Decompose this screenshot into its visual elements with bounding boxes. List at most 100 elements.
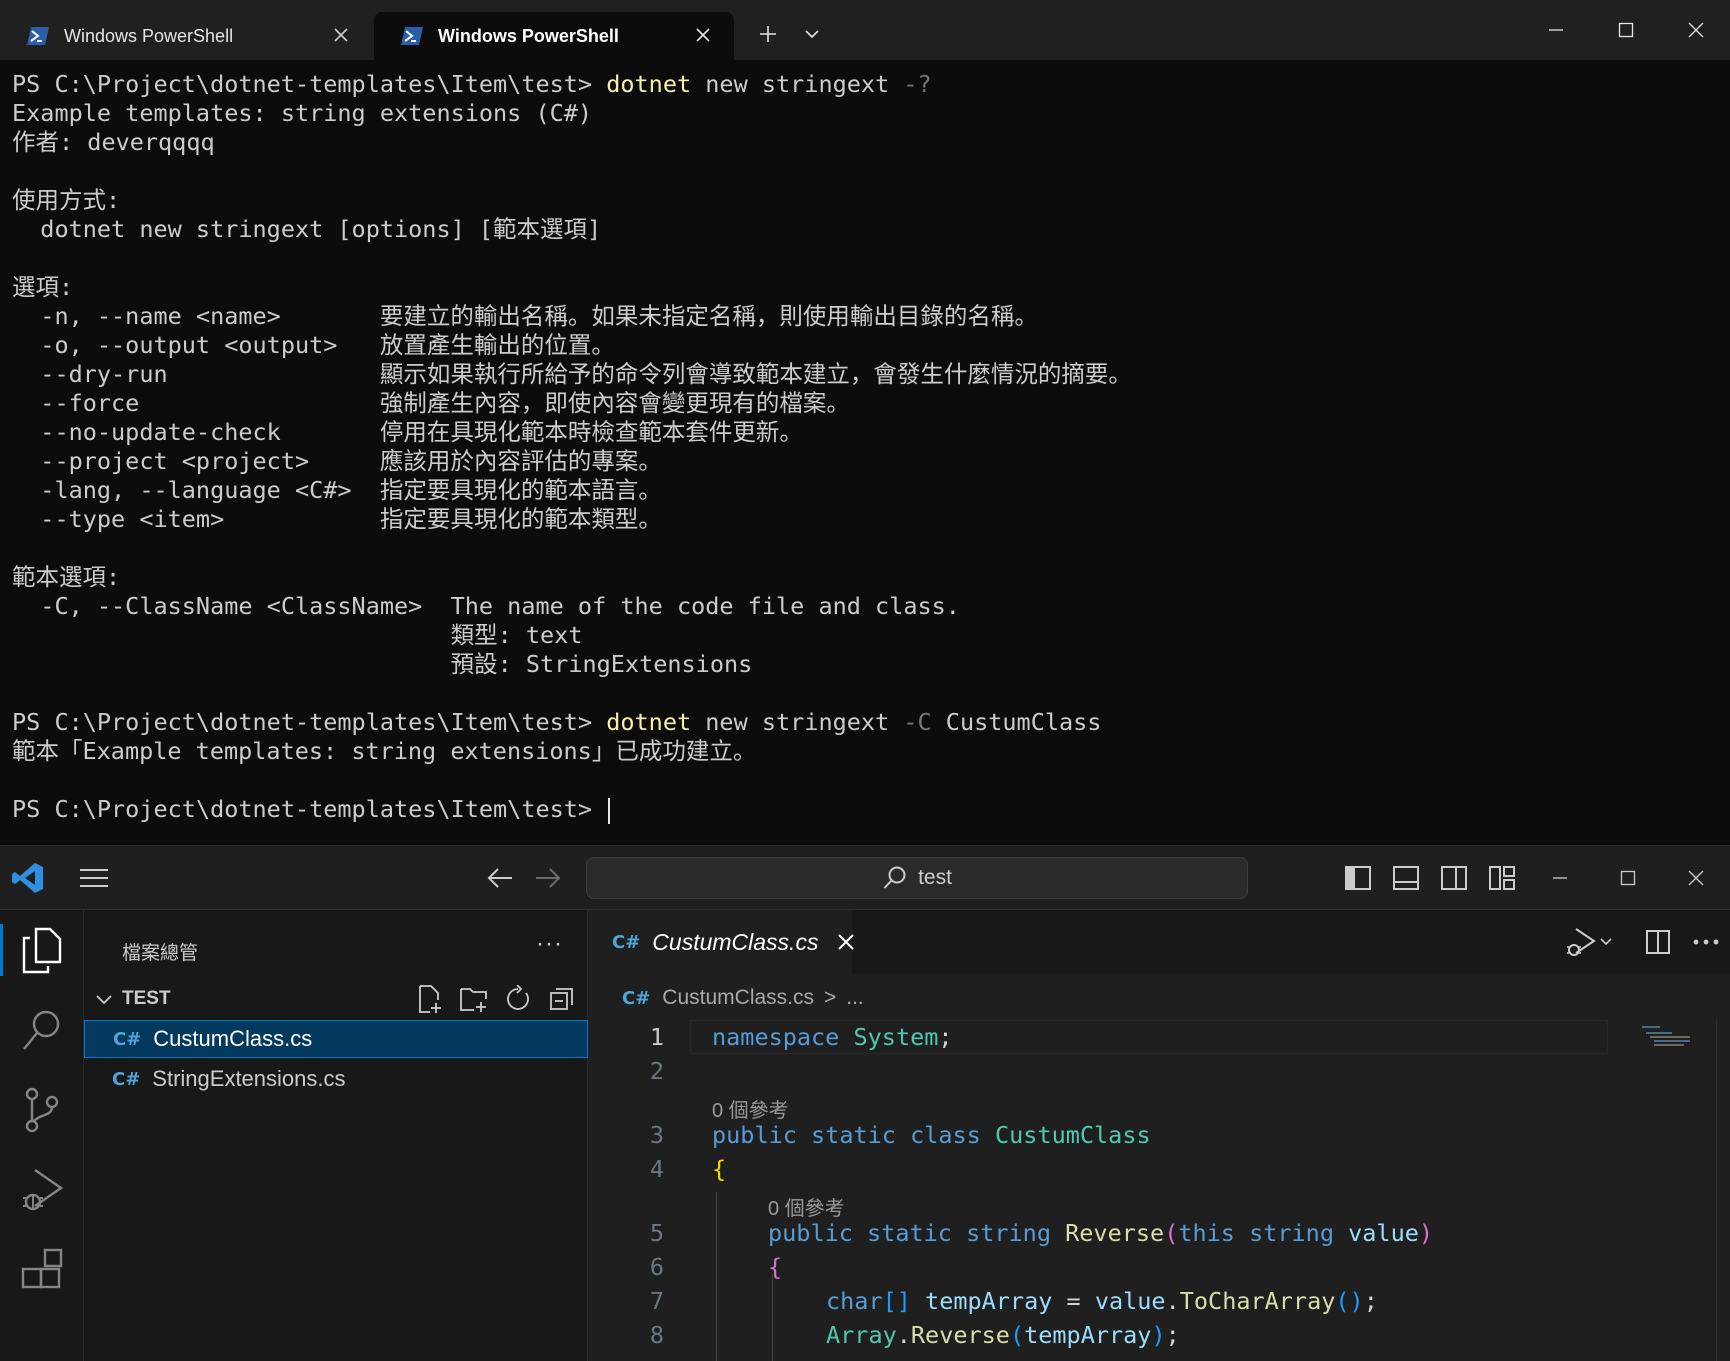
- terminal-line: 範本選項:: [12, 563, 1712, 592]
- customize-layout-icon[interactable]: [1482, 858, 1522, 898]
- csharp-file-icon: C#: [622, 987, 651, 1009]
- terminal-tab-bar: Windows PowerShell Windows PowerShell: [0, 0, 1730, 60]
- command-args: CustumClass: [931, 708, 1102, 736]
- vscode-maximize-button[interactable]: [1608, 858, 1648, 898]
- editor-tab-custumclass[interactable]: C# CustumClass.cs: [588, 910, 855, 974]
- output-text: 類型: text: [12, 621, 583, 649]
- prompt-text: PS C:\Project\dotnet-templates\Item\test…: [12, 708, 607, 736]
- token: this: [1178, 1219, 1235, 1247]
- token: namespace: [712, 1023, 840, 1051]
- close-window-button[interactable]: [1664, 8, 1728, 52]
- token: Reverse: [910, 1321, 1010, 1349]
- token: ;: [1165, 1321, 1180, 1349]
- token: ): [1418, 1219, 1434, 1247]
- token: static: [867, 1219, 952, 1247]
- maximize-button[interactable]: [1594, 8, 1658, 52]
- toggle-secondary-sidebar-icon[interactable]: [1434, 858, 1474, 898]
- search-activity[interactable]: [0, 990, 84, 1070]
- chevron-down-icon: [805, 30, 819, 39]
- extensions-activity[interactable]: [0, 1230, 84, 1310]
- token: (: [1164, 1219, 1179, 1247]
- toggle-panel-icon[interactable]: [1386, 858, 1426, 898]
- plus-icon: [760, 26, 776, 42]
- editor-tabs: C# CustumClass.cs: [588, 910, 1730, 974]
- run-debug-dropdown[interactable]: [1554, 924, 1624, 960]
- terminal-window: Windows PowerShell Windows PowerShell PS…: [0, 0, 1730, 845]
- output-text: -n, --name <name> 要建立的輸出名稱。如果未指定名稱，則使用輸出…: [12, 302, 1038, 330]
- line-content: namespace System;: [712, 1023, 953, 1051]
- codelens-references[interactable]: 0 個參考: [768, 1192, 845, 1221]
- collapse-all-icon[interactable]: [546, 983, 578, 1015]
- output-text: --type <item> 指定要具現化的範本類型。: [12, 505, 662, 533]
- file-item-stringextensions[interactable]: C# StringExtensions.cs: [84, 1060, 588, 1098]
- terminal-line: --no-update-check 停用在具現化範本時檢查範本套件更新。: [12, 418, 1712, 447]
- terminal-line: PS C:\Project\dotnet-templates\Item\test…: [12, 795, 1712, 824]
- explorer-activity[interactable]: [0, 910, 84, 990]
- close-icon[interactable]: [836, 932, 856, 952]
- vscode-logo-icon: [8, 858, 48, 898]
- refresh-icon[interactable]: [502, 983, 534, 1015]
- editor-scrollbar[interactable]: [1716, 1018, 1730, 1361]
- prompt-text: PS C:\Project\dotnet-templates\Item\test…: [12, 70, 607, 98]
- split-editor-icon[interactable]: [1638, 924, 1678, 960]
- close-tab-icon[interactable]: [692, 24, 714, 46]
- output-text: dotnet new stringext [options] [範本選項]: [12, 215, 602, 243]
- terminal-line: 使用方式:: [12, 186, 1712, 215]
- chevron-down-icon: [96, 995, 112, 1005]
- terminal-line: 類型: text: [12, 621, 1712, 650]
- terminal-output[interactable]: PS C:\Project\dotnet-templates\Item\test…: [12, 70, 1712, 824]
- command-name: dotnet: [606, 70, 692, 98]
- close-icon: [1688, 22, 1704, 38]
- token: static: [811, 1121, 896, 1149]
- terminal-line: dotnet new stringext [options] [範本選項]: [12, 215, 1712, 244]
- terminal-tab-2[interactable]: Windows PowerShell: [374, 12, 734, 60]
- toggle-primary-sidebar-icon[interactable]: [1338, 858, 1378, 898]
- line-number: 7: [649, 1287, 664, 1315]
- line-content: char[] tempArray = value.ToCharArray();: [826, 1287, 1378, 1315]
- folder-section-test[interactable]: TEST: [84, 980, 588, 1018]
- breadcrumb-symbols[interactable]: ...: [846, 986, 864, 1010]
- forward-arrow-icon[interactable]: [528, 858, 568, 898]
- file-item-custumclass[interactable]: C# CustumClass.cs: [84, 1020, 588, 1058]
- vscode-close-button[interactable]: [1676, 858, 1716, 898]
- menu-icon[interactable]: [74, 858, 114, 898]
- minimap[interactable]: [1642, 1026, 1702, 1086]
- terminal-line: PS C:\Project\dotnet-templates\Item\test…: [12, 70, 1712, 99]
- new-tab-button[interactable]: [748, 14, 788, 54]
- new-file-icon[interactable]: [414, 983, 446, 1015]
- maximize-icon: [1620, 870, 1636, 886]
- command-flag: -C: [903, 708, 932, 736]
- vscode-minimize-button[interactable]: [1540, 858, 1580, 898]
- token: =: [1052, 1287, 1095, 1315]
- output-text: -lang, --language <C#> 指定要具現化的範本語言。: [12, 476, 662, 504]
- command-center-search[interactable]: test: [586, 857, 1248, 899]
- terminal-line: -n, --name <name> 要建立的輸出名稱。如果未指定名稱，則使用輸出…: [12, 302, 1712, 331]
- explorer-more-actions[interactable]: ···: [536, 930, 563, 958]
- command-args: new stringext: [691, 70, 904, 98]
- token: .: [1165, 1287, 1180, 1315]
- line-number: 1: [649, 1023, 664, 1051]
- new-folder-icon[interactable]: [458, 983, 490, 1015]
- token: public: [768, 1219, 853, 1247]
- more-actions-icon[interactable]: [1686, 924, 1726, 960]
- close-tab-icon[interactable]: [330, 24, 352, 46]
- breadcrumb-file[interactable]: CustumClass.cs: [662, 986, 814, 1010]
- command-flag: -?: [903, 70, 932, 98]
- run-debug-activity[interactable]: [0, 1150, 84, 1230]
- minimize-button[interactable]: [1524, 8, 1588, 52]
- token: value: [1094, 1287, 1166, 1315]
- breadcrumb[interactable]: C# CustumClass.cs > ...: [622, 986, 864, 1010]
- codelens-references[interactable]: 0 個參考: [712, 1094, 789, 1123]
- token: Reverse: [1065, 1219, 1165, 1247]
- token: public: [712, 1121, 797, 1149]
- extensions-icon: [21, 1248, 63, 1289]
- tab-dropdown-button[interactable]: [792, 14, 832, 54]
- source-control-activity[interactable]: [0, 1070, 84, 1150]
- terminal-tab-1[interactable]: Windows PowerShell: [0, 12, 372, 60]
- indent-guide: [716, 1192, 717, 1361]
- token: tempArray: [1024, 1321, 1152, 1349]
- back-arrow-icon[interactable]: [480, 858, 520, 898]
- text-cursor: [608, 797, 611, 824]
- output-text: 範本選項:: [12, 563, 121, 591]
